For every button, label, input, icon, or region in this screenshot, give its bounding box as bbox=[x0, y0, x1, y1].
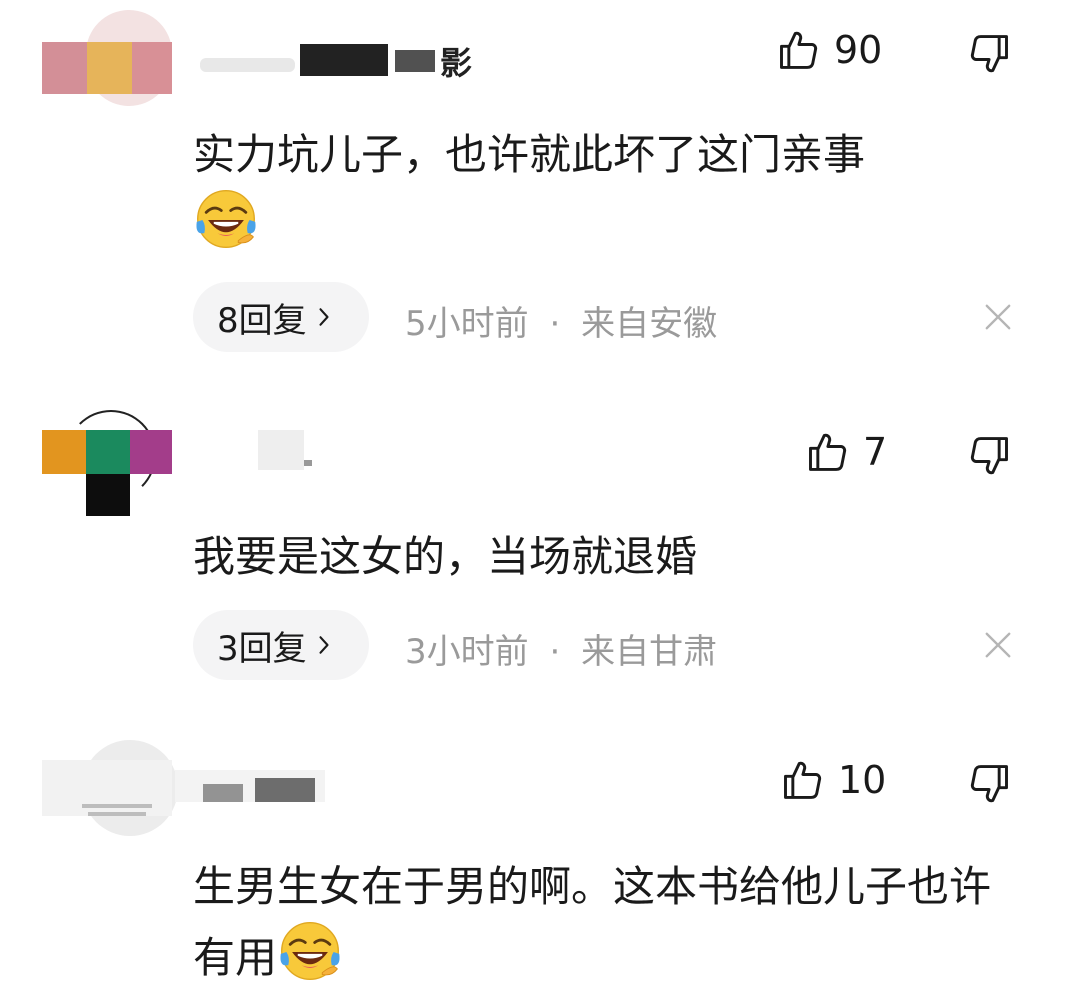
replies-count: 3回复 bbox=[217, 628, 307, 669]
comment-text: 生男生女在于男的啊。这本书给他儿子也许有用 bbox=[193, 856, 1023, 989]
username-obscured[interactable]: 影 bbox=[200, 40, 490, 82]
username-obscured[interactable] bbox=[258, 430, 318, 472]
comment-item: 10 生男生女在于男的啊。这本书给他儿子也许有用 bbox=[0, 710, 1079, 1008]
timestamp: 5小时前 bbox=[405, 304, 529, 344]
username-obscured[interactable] bbox=[175, 770, 325, 810]
timestamp: 3小时前 bbox=[405, 632, 529, 672]
meta-separator: · bbox=[549, 304, 561, 344]
like-count: 10 bbox=[838, 758, 887, 802]
thumbs-down-icon[interactable] bbox=[968, 434, 1012, 478]
comment-text: 实力坑儿子，也许就此坏了这门亲事 bbox=[193, 124, 1033, 257]
laughing-crying-emoji-icon bbox=[193, 186, 259, 252]
avatar[interactable] bbox=[42, 410, 172, 516]
thumbs-down-icon[interactable] bbox=[968, 762, 1012, 806]
meta-separator: · bbox=[549, 632, 561, 672]
replies-button[interactable]: 3回复 bbox=[193, 610, 369, 680]
thumbs-up-icon bbox=[780, 758, 824, 802]
like-button[interactable]: 7 bbox=[805, 430, 887, 474]
chevron-right-icon bbox=[317, 306, 331, 328]
thumbs-up-icon bbox=[776, 28, 820, 72]
location: 来自甘肃 bbox=[581, 632, 718, 672]
comment-item: 7 我要是这女的，当场就退婚 3回复 3小时前 · 来自甘肃 bbox=[0, 380, 1079, 710]
chevron-right-icon bbox=[317, 634, 331, 656]
thumbs-down-icon[interactable] bbox=[968, 32, 1012, 76]
replies-button[interactable]: 8回复 bbox=[193, 282, 369, 352]
laughing-crying-emoji-icon bbox=[277, 918, 343, 984]
comment-meta: 3小时前 · 来自甘肃 bbox=[405, 624, 717, 673]
comment-text-content: 实力坑儿子，也许就此坏了这门亲事 bbox=[193, 130, 866, 179]
like-count: 7 bbox=[863, 430, 888, 474]
close-icon[interactable] bbox=[984, 631, 1012, 659]
replies-count: 8回复 bbox=[217, 300, 307, 341]
like-count: 90 bbox=[834, 28, 883, 72]
comment-meta: 5小时前 · 来自安徽 bbox=[405, 296, 717, 345]
thumbs-up-icon bbox=[805, 430, 849, 474]
avatar[interactable] bbox=[42, 740, 178, 836]
close-icon[interactable] bbox=[984, 303, 1012, 331]
comment-text: 我要是这女的，当场就退婚 bbox=[193, 526, 1033, 588]
location: 来自安徽 bbox=[581, 304, 718, 344]
comment-text-content: 我要是这女的，当场就退婚 bbox=[193, 532, 698, 581]
username-text: 影 bbox=[440, 44, 473, 82]
like-button[interactable]: 10 bbox=[780, 758, 886, 802]
comment-item: 影 90 实力坑儿子，也许就此坏了这门亲事 8回复 5小时前 · 来自安徽 bbox=[0, 0, 1079, 380]
avatar[interactable] bbox=[42, 10, 172, 106]
like-button[interactable]: 90 bbox=[776, 28, 882, 72]
